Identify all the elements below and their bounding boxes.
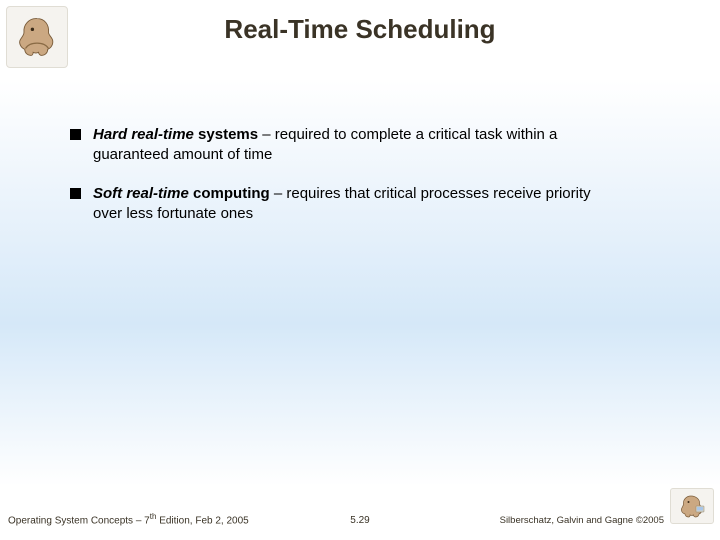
slide-title: Real-Time Scheduling [0, 14, 720, 45]
footer-left: Operating System Concepts – 7th Edition,… [8, 512, 249, 526]
bullet-text: Hard real-time systems – required to com… [93, 125, 610, 166]
footer: Operating System Concepts – 7th Edition,… [0, 500, 720, 530]
slide: Real-Time Scheduling Hard real-time syst… [0, 0, 720, 540]
footer-page-number: 5.29 [350, 515, 369, 526]
footer-copyright: Silberschatz, Galvin and Gagne ©2005 [500, 515, 664, 526]
bullet-item: Soft real-time computing – requires that… [70, 184, 610, 225]
content-area: Hard real-time systems – required to com… [70, 125, 610, 242]
square-bullet-icon [70, 129, 81, 140]
dinosaur-small-icon [676, 491, 708, 521]
square-bullet-icon [70, 188, 81, 199]
bullet-text: Soft real-time computing – requires that… [93, 184, 610, 225]
logo-bottom [670, 488, 714, 524]
bullet-item: Hard real-time systems – required to com… [70, 125, 610, 166]
